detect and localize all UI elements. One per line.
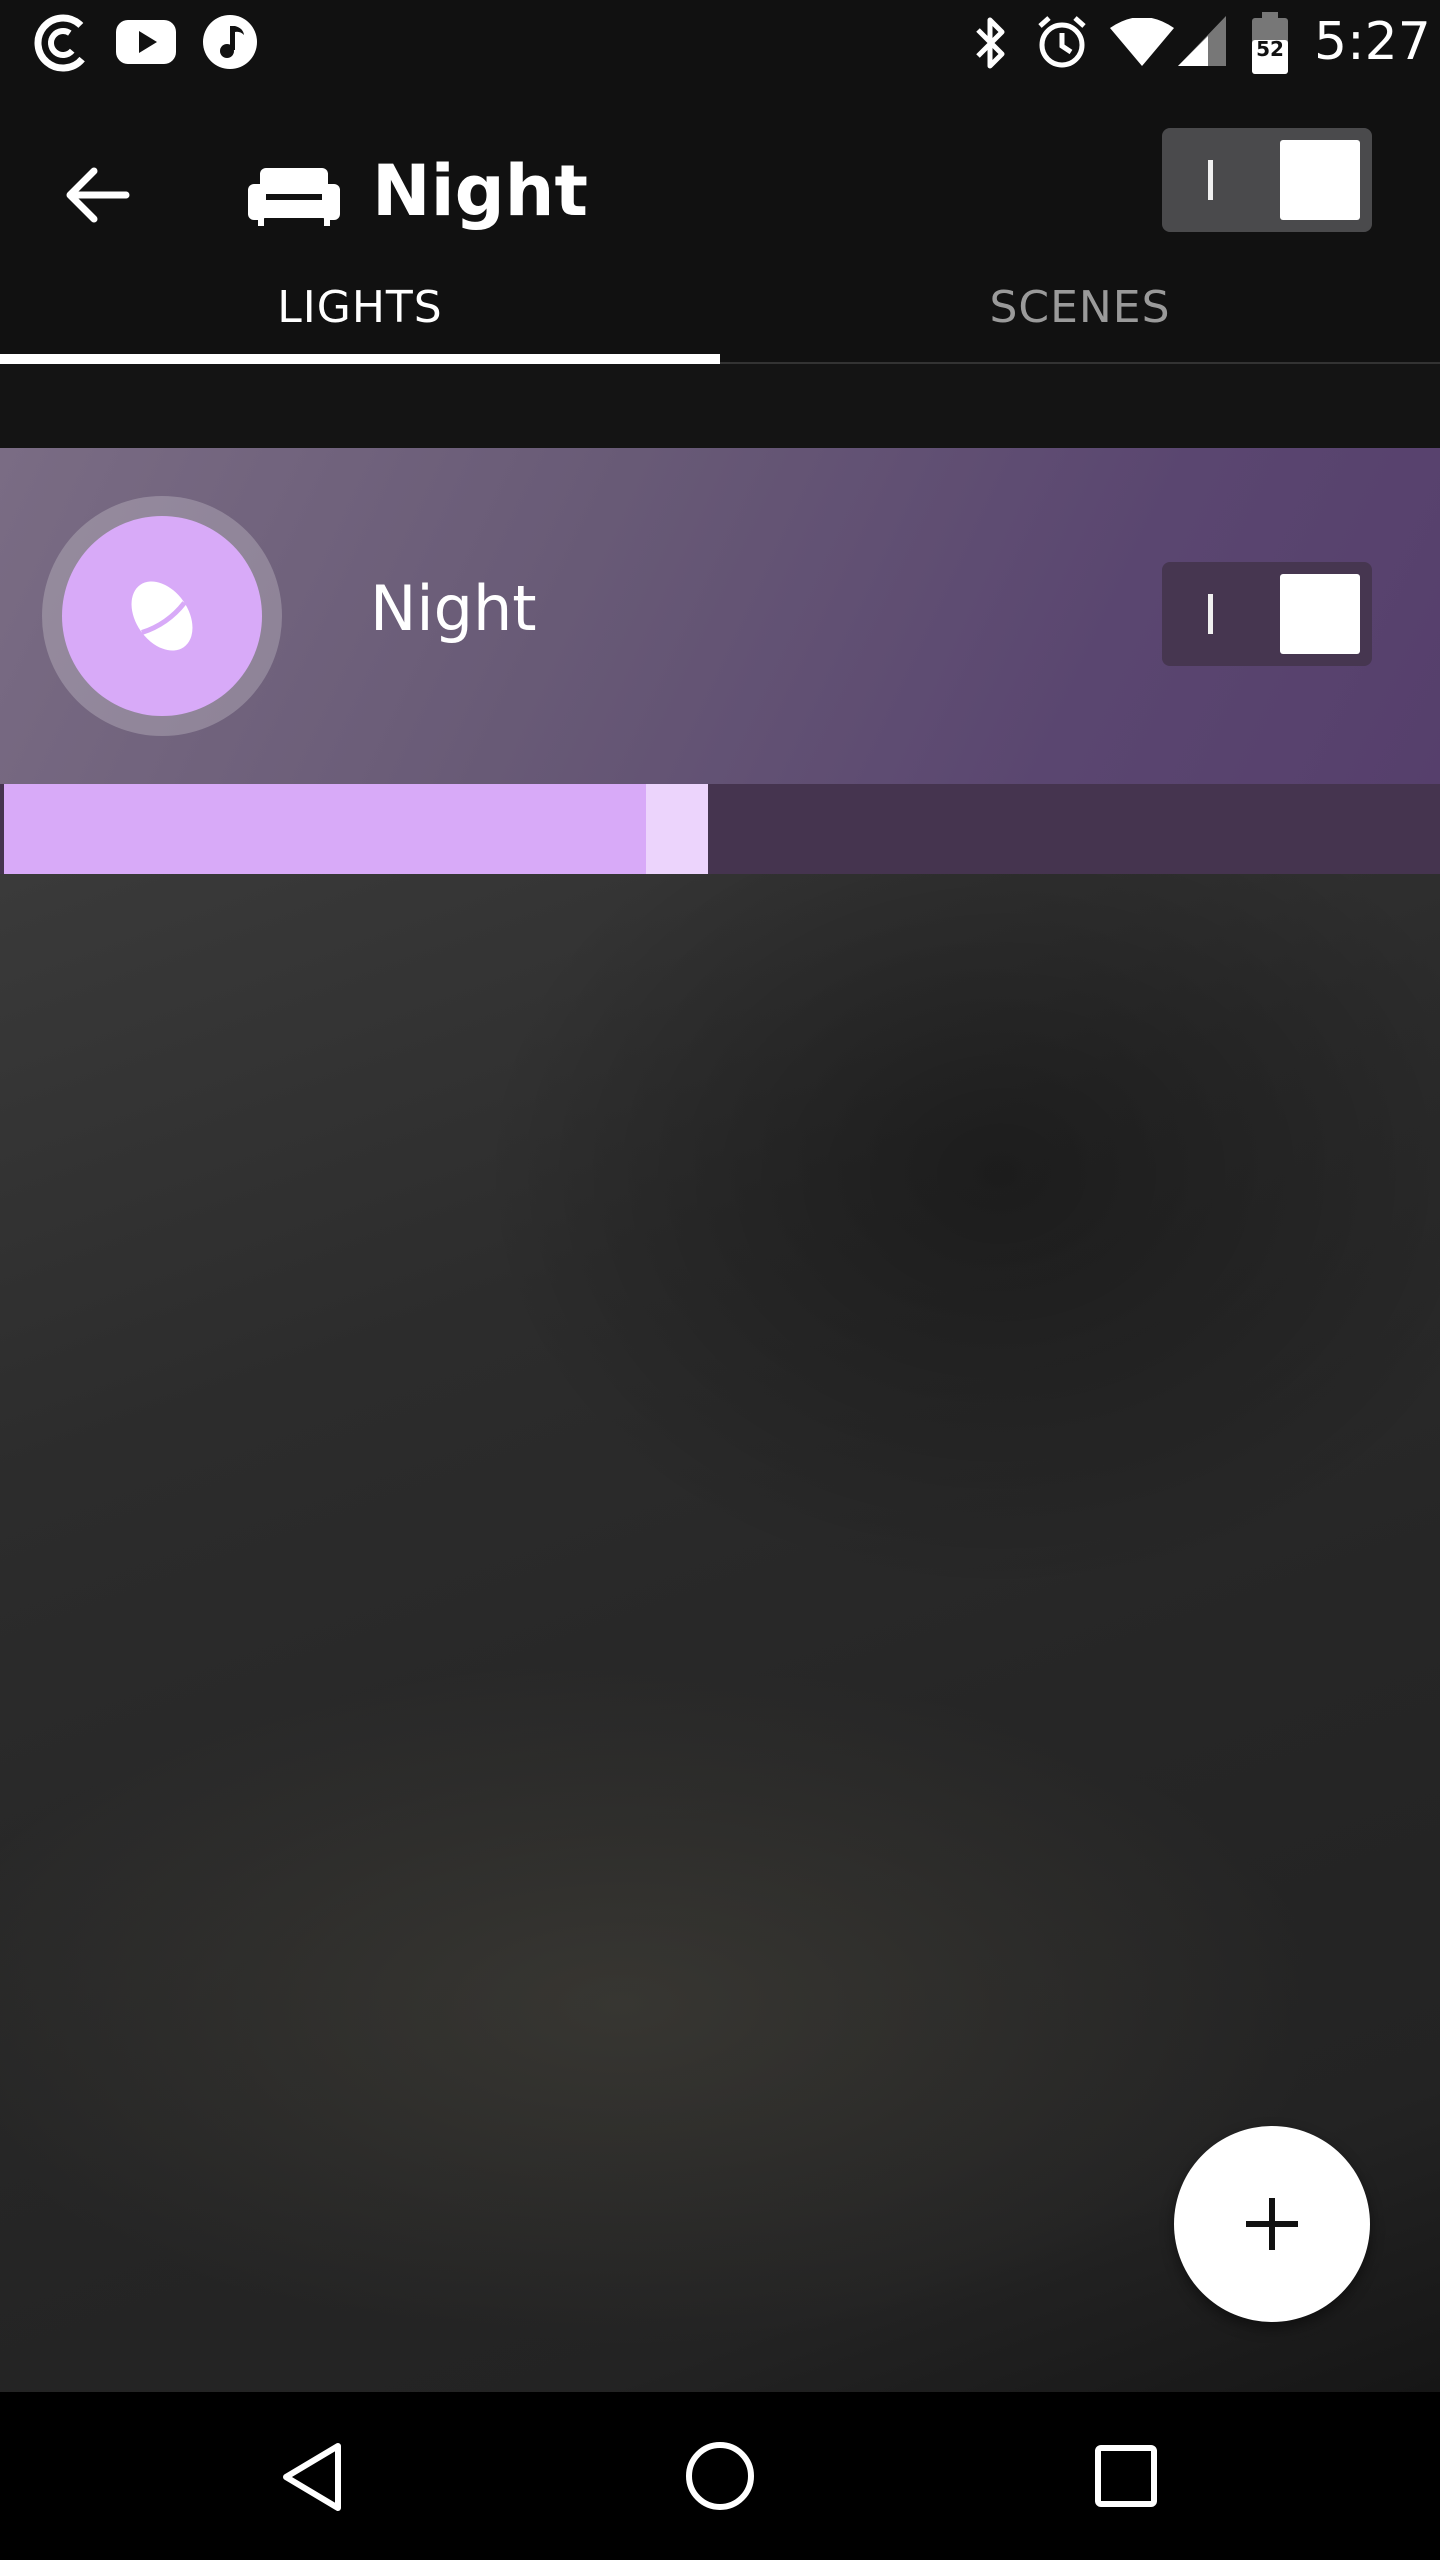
battery-level: 52 (1256, 37, 1284, 61)
brightness-handle[interactable] (646, 784, 708, 874)
toggle-on-mark (1208, 594, 1213, 634)
brightness-fill (4, 784, 646, 874)
brightness-slider[interactable] (0, 784, 1440, 874)
status-bar: 52 5:27 (0, 0, 1440, 84)
light-color-button[interactable] (62, 516, 262, 716)
toggle-knob (1280, 574, 1360, 654)
light-power-toggle[interactable] (1162, 562, 1372, 666)
tab-divider (720, 362, 1440, 364)
cell-signal-icon (1178, 16, 1226, 66)
nav-bar (0, 2392, 1440, 2560)
toggle-on-mark (1208, 160, 1213, 200)
alarm-icon (1038, 16, 1086, 68)
tab-indicator (0, 354, 720, 364)
add-light-button[interactable] (1174, 2126, 1370, 2322)
plus-icon (1246, 2198, 1298, 2250)
light-row[interactable]: Night (0, 448, 1440, 784)
page-title: Night (372, 150, 588, 232)
app-bar: Night LIGHTS SCENES (0, 84, 1440, 364)
back-arrow-icon[interactable] (44, 140, 154, 250)
light-name: Night (370, 572, 537, 645)
bluetooth-icon (976, 17, 1005, 69)
clock: 5:27 (1314, 12, 1431, 72)
music-icon (203, 15, 257, 69)
pocket-casts-icon (34, 14, 92, 72)
wifi-icon (1110, 18, 1174, 66)
back-triangle-icon[interactable] (278, 2440, 348, 2514)
toggle-knob (1280, 140, 1360, 220)
tab-lights[interactable]: LIGHTS (0, 280, 720, 336)
home-circle-icon[interactable] (682, 2438, 758, 2514)
tab-scenes[interactable]: SCENES (720, 280, 1440, 336)
bulb-icon (131, 581, 193, 651)
recents-square-icon[interactable] (1092, 2442, 1160, 2510)
battery-icon: 52 (1252, 12, 1288, 74)
group-power-toggle[interactable] (1162, 128, 1372, 232)
sofa-icon (248, 168, 340, 226)
youtube-icon (116, 20, 176, 64)
